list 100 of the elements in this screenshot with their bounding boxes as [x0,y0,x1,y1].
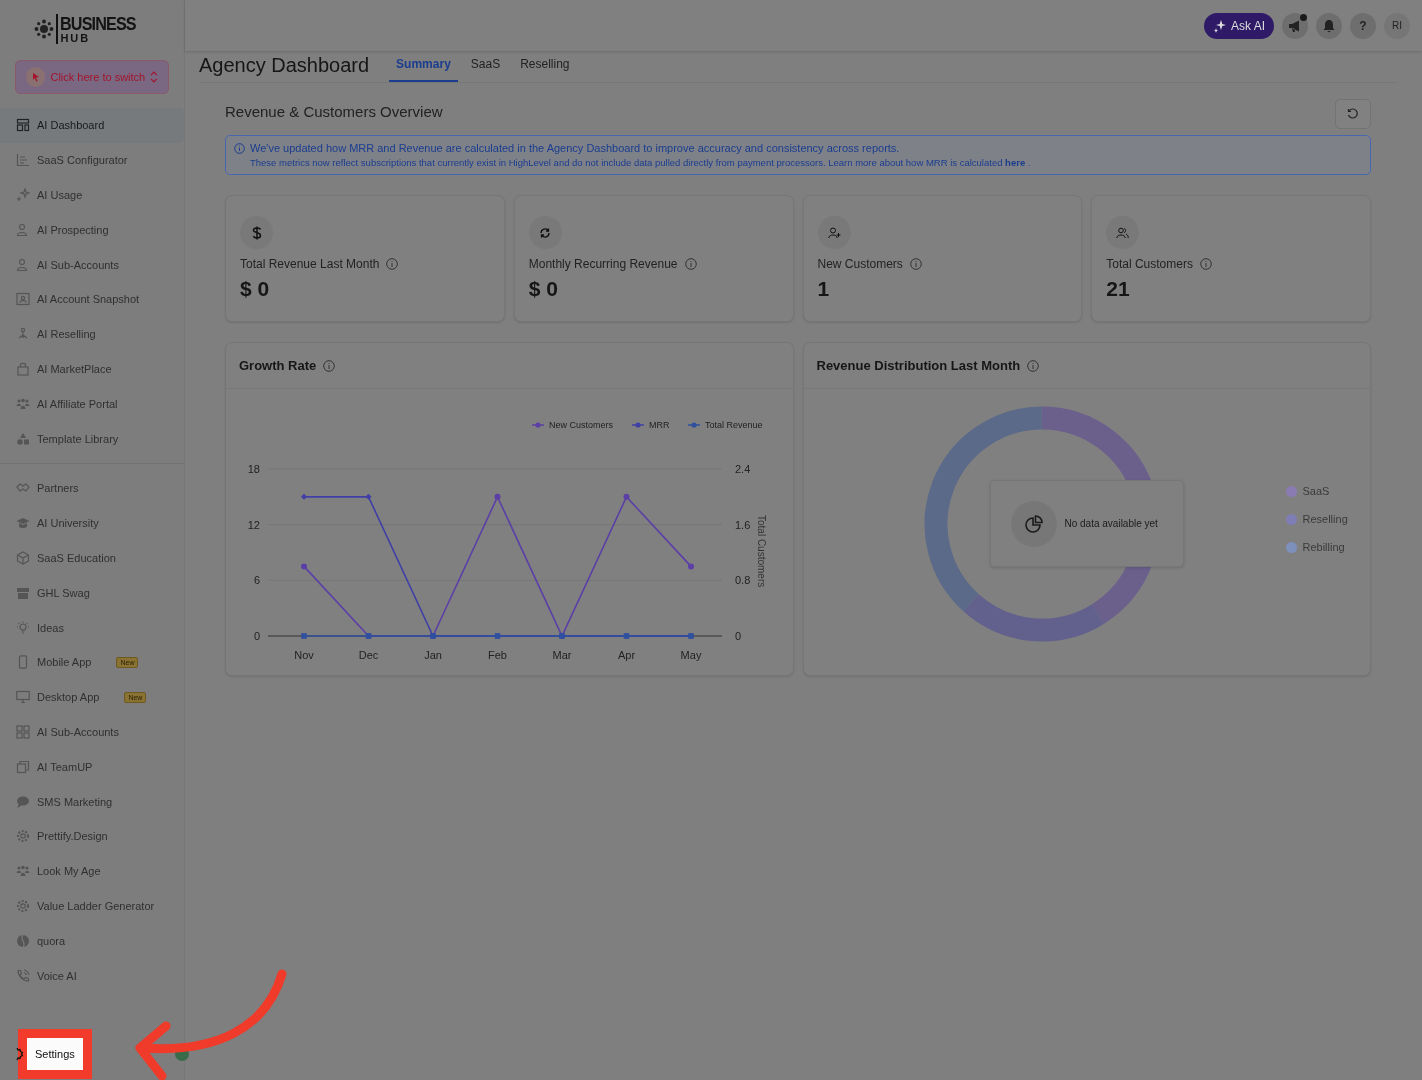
globe-icon [16,933,30,948]
axis-label: Dec [358,649,379,661]
nav-item[interactable]: Value Ladder Generator [0,888,184,924]
learn-more-link[interactable]: here [1005,157,1026,168]
stat-label: Monthly Recurring Revenue [528,257,678,271]
tab[interactable]: SaaS [463,53,508,82]
notifications-button[interactable] [1316,12,1342,39]
notice-headline: We've updated how MRR and Revenue are calculated in the Agency Dashboard to improve accuracy and consistency across reports. [250,142,900,154]
axis-label: 0 [253,630,260,642]
stat-label: Total Revenue Last Month [240,257,380,271]
legend-label: SaaS [1302,485,1330,497]
nav-item[interactable]: Ideas [0,610,184,645]
nav-item[interactable]: AI University [0,505,184,541]
nav-item[interactable]: GHL Swag [0,575,184,611]
avatar[interactable]: RI [1384,12,1410,39]
info-icon [386,258,399,270]
data-point [301,493,307,500]
monitor-icon [16,690,30,705]
dashboard-icon [16,118,30,133]
nav-item[interactable]: AI Prospecting [0,212,184,248]
nav-item[interactable]: Voice AI [0,958,184,993]
nav-item[interactable]: SaaS Configurator [0,142,184,178]
axis-label: 6 [253,574,260,587]
nav-item[interactable]: quora [0,923,184,959]
stat-value: 1 [817,277,831,301]
nav-item[interactable]: Partners [0,470,184,506]
data-point [688,563,694,570]
stat-value: 21 [1106,277,1131,301]
stat-label: Total Customers [1106,257,1193,271]
list-chart-icon [16,153,30,168]
nav-item[interactable]: Template Library [0,421,184,456]
data-point [365,493,372,500]
page-title: Agency Dashboard [199,54,370,77]
axis-label: 18 [247,463,260,475]
users-icon [1116,226,1130,239]
nav-item[interactable]: AI Affiliate Portal [0,386,184,422]
grid-icon [16,724,30,739]
settings-link[interactable]: Settings [27,1038,83,1070]
ask-ai-button[interactable]: Ask AI [1204,12,1274,39]
shapes-icon [16,431,30,446]
legend-label: Rebilling [1302,541,1345,553]
info-icon [1027,359,1040,372]
legend-marker [631,422,645,428]
data-point [623,493,630,500]
brand-subtitle: HUB [60,33,92,44]
nav-item[interactable]: AI MarketPlace [0,351,184,387]
legend-label: New Customers [549,420,613,430]
legend-marker [531,422,545,428]
legend-label: MRR [649,420,670,430]
bell-icon [1322,18,1336,33]
axis-label: May [680,649,702,661]
announcements-button[interactable] [1282,12,1308,39]
storefront-icon [16,585,30,600]
nav-item[interactable]: AI Reselling [0,316,184,352]
axis-label: 2.4 [735,463,751,475]
nav-item[interactable]: Prettify.Design [0,818,184,854]
nav-item[interactable]: AI Account Snapshot [0,282,184,317]
tab[interactable]: Summary [389,53,458,82]
nav-item[interactable]: AI Dashboard [0,108,184,143]
axis-label: Nov [294,649,314,661]
axis-label: 1.6 [735,518,751,531]
brand-name: BUSINESS [60,14,137,33]
refresh-button[interactable] [1335,99,1371,129]
lightbulb-icon [16,620,30,635]
sparkle-icon [16,188,30,202]
axis-label: Apr [617,649,636,661]
graduation-cap-icon [16,516,30,531]
phone-call-icon [16,968,30,983]
notice-text: These metrics now reflect subscriptions that currently exist in HighLevel and do not include data pulled directly from payment processors. Learn more about how MRR is calculated [250,157,1003,168]
nav-item[interactable]: AI TeamUP [0,749,184,785]
nav-item[interactable]: AI Sub-Accounts [0,247,184,282]
info-icon [234,142,245,154]
nav-item[interactable]: AI Usage [0,177,184,213]
chat-icon [16,794,30,809]
axis-label: 0 [735,630,742,642]
pointer-icon [26,67,46,87]
axis-title: Total Customers [756,515,767,588]
cube-icon [16,550,30,565]
axis-label: Feb [488,649,507,661]
nav-item[interactable]: SaaS Education [0,540,184,576]
axis-label: 12 [247,518,260,531]
nav-item[interactable]: AI Sub-Accounts [0,714,184,750]
legend-marker [687,422,701,428]
card-title: Growth Rate [239,358,317,373]
help-button[interactable]: ? [1350,12,1376,39]
info-icon [684,258,697,270]
refresh-icon [539,226,552,239]
people-icon [16,396,30,411]
data-point [494,493,501,500]
logo-icon [34,19,55,39]
nav-item[interactable]: SMS Marketing [0,784,184,819]
people-icon [16,864,30,879]
chevron-icon [150,71,158,83]
data-point [301,633,307,639]
tab[interactable]: Reselling [513,53,577,82]
nav-item[interactable]: Look My Age [0,853,184,889]
refresh-icon [1347,108,1359,120]
stat-value: $ 0 [240,277,271,301]
axis-label: Jan [424,649,442,661]
stat-value: $ 0 [528,277,559,301]
